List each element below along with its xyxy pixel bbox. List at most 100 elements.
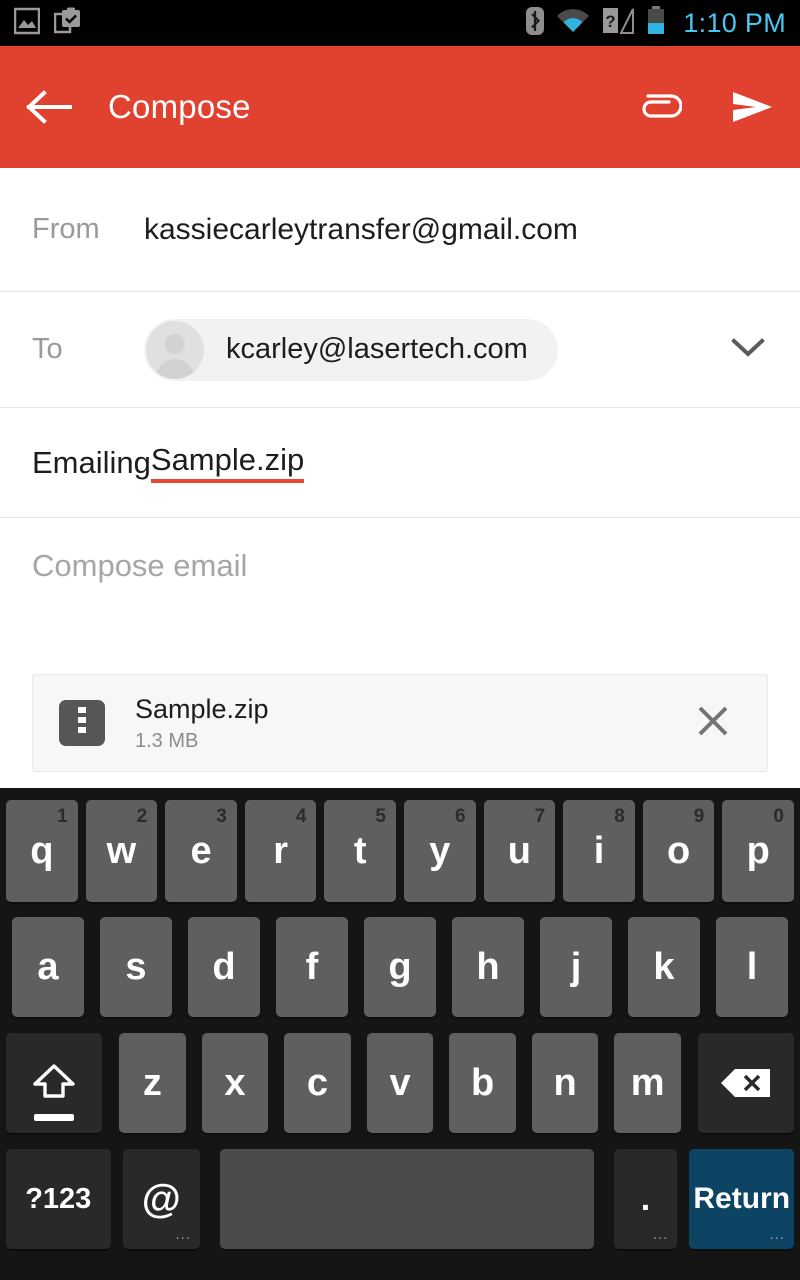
bluetooth-icon xyxy=(525,6,545,41)
key-e-number: 3 xyxy=(216,806,227,827)
key-k[interactable]: k xyxy=(628,917,700,1017)
status-bar-right-icons: ? 1:10 PM xyxy=(525,5,786,41)
key-b-label: b xyxy=(470,1062,495,1104)
shift-indicator-bar xyxy=(34,1114,75,1121)
phone-screen: ? 1:10 PM Compose From kassiecarleytrans… xyxy=(0,0,800,1280)
wifi-icon xyxy=(556,7,590,40)
key-l[interactable]: l xyxy=(716,917,788,1017)
from-value: kassiecarleytransfer@gmail.com xyxy=(144,212,578,246)
onscreen-keyboard[interactable]: q1w2e3r4t5y6u7i8o9p0 asdfghjkl zxcvbnm ?… xyxy=(0,788,800,1280)
attachment-chip[interactable]: Sample.zip 1.3 MB xyxy=(32,674,768,772)
key-return-label: Return xyxy=(693,1182,791,1215)
recipient-chip[interactable]: kcarley@lasertech.com xyxy=(144,318,558,381)
key-n-label: n xyxy=(553,1062,577,1104)
attachment-meta: Sample.zip 1.3 MB xyxy=(135,694,269,753)
key-q[interactable]: q1 xyxy=(6,800,78,902)
clipboard-check-icon xyxy=(53,7,82,40)
status-bar: ? 1:10 PM xyxy=(0,0,800,46)
key-symbols[interactable]: ?123 xyxy=(6,1149,111,1249)
key-z-label: z xyxy=(142,1062,162,1104)
send-icon[interactable] xyxy=(730,90,774,124)
key-p[interactable]: p0 xyxy=(722,800,794,902)
attachment-area: Sample.zip 1.3 MB xyxy=(0,674,800,772)
key-t-number: 5 xyxy=(375,806,386,827)
key-b[interactable]: b xyxy=(449,1033,516,1133)
keyboard-row-2: asd f gh j k l xyxy=(0,909,800,1025)
key-u[interactable]: u7 xyxy=(483,800,556,902)
key-t[interactable]: t5 xyxy=(324,800,396,902)
key-z[interactable]: z xyxy=(119,1033,186,1133)
key-a[interactable]: a xyxy=(12,917,84,1017)
key-v[interactable]: v xyxy=(366,1033,434,1133)
key-m[interactable]: m xyxy=(614,1033,681,1133)
key-return-hint: ... xyxy=(769,1226,785,1243)
to-row[interactable]: To kcarley@lasertech.com xyxy=(0,292,800,408)
key-period[interactable]: . ... xyxy=(613,1149,678,1249)
status-bar-clock: 1:10 PM xyxy=(683,7,786,38)
key-symbols-label: ?123 xyxy=(25,1182,92,1215)
key-o-label: o xyxy=(666,830,691,872)
key-i-label: i xyxy=(593,830,605,872)
svg-text:?: ? xyxy=(606,12,616,31)
key-x[interactable]: x xyxy=(201,1033,269,1133)
avatar xyxy=(146,320,204,379)
key-o[interactable]: o9 xyxy=(642,800,715,902)
key-d[interactable]: d xyxy=(188,917,260,1017)
body-placeholder: Compose email xyxy=(32,548,248,583)
key-y[interactable]: y6 xyxy=(404,800,476,902)
key-m-label: m xyxy=(630,1062,665,1104)
key-p-number: 0 xyxy=(773,806,784,827)
app-bar: Compose xyxy=(0,46,800,168)
key-r-number: 4 xyxy=(295,806,307,827)
key-p-label: p xyxy=(746,830,770,872)
attach-file-icon[interactable] xyxy=(638,91,682,123)
zip-file-icon xyxy=(59,700,105,746)
key-at[interactable]: @ ... xyxy=(122,1149,200,1249)
key-c-label: c xyxy=(306,1062,329,1104)
key-space[interactable] xyxy=(219,1149,594,1249)
key-x-label: x xyxy=(224,1062,246,1104)
key-g[interactable]: g xyxy=(364,917,436,1017)
keyboard-row-1: q1w2e3r4t5y6u7i8o9p0 xyxy=(0,793,800,909)
key-y-label: y xyxy=(429,830,451,872)
key-f-label: f xyxy=(305,946,319,988)
from-row[interactable]: From kassiecarleytransfer@gmail.com xyxy=(0,168,800,292)
key-f[interactable]: f xyxy=(276,917,348,1017)
key-y-number: 6 xyxy=(455,806,466,827)
body-row[interactable]: Compose email xyxy=(0,518,800,674)
key-c[interactable]: c xyxy=(284,1033,351,1133)
key-period-label: . xyxy=(640,1180,651,1218)
keyboard-row-4: ?123 @ ... . ... Return ... xyxy=(0,1141,800,1257)
key-d-label: d xyxy=(212,946,236,988)
key-at-hint: ... xyxy=(175,1226,191,1243)
key-k-label: k xyxy=(653,946,675,988)
subject-row[interactable]: Emailing Sample.zip xyxy=(0,408,800,518)
key-r[interactable]: r4 xyxy=(244,800,317,902)
close-icon[interactable] xyxy=(685,693,741,754)
key-j[interactable]: j xyxy=(540,917,612,1017)
key-a-label: a xyxy=(37,946,59,988)
key-h[interactable]: h xyxy=(452,917,524,1017)
key-j-label: j xyxy=(570,946,582,988)
key-backspace[interactable] xyxy=(697,1033,795,1133)
key-o-number: 9 xyxy=(693,806,705,827)
back-button[interactable] xyxy=(26,90,72,124)
cellular-unknown-sim-icon: ? xyxy=(601,6,635,41)
key-w-label: w xyxy=(106,830,137,872)
key-return[interactable]: Return ... xyxy=(689,1149,794,1249)
key-v-label: v xyxy=(389,1062,411,1104)
key-e-label: e xyxy=(190,830,212,872)
key-w[interactable]: w2 xyxy=(85,800,158,902)
key-i[interactable]: i8 xyxy=(563,800,635,902)
subject-misspelled-word: Sample.zip xyxy=(150,442,305,483)
key-h-label: h xyxy=(476,946,500,988)
key-s[interactable]: s xyxy=(100,917,172,1017)
key-e[interactable]: e3 xyxy=(165,800,237,902)
to-label: To xyxy=(32,333,63,365)
key-l-label: l xyxy=(746,946,758,988)
chevron-down-icon[interactable] xyxy=(728,334,768,365)
key-r-label: r xyxy=(273,830,288,872)
key-n[interactable]: n xyxy=(531,1033,599,1133)
attachment-size: 1.3 MB xyxy=(135,729,199,752)
key-shift[interactable] xyxy=(5,1033,103,1133)
